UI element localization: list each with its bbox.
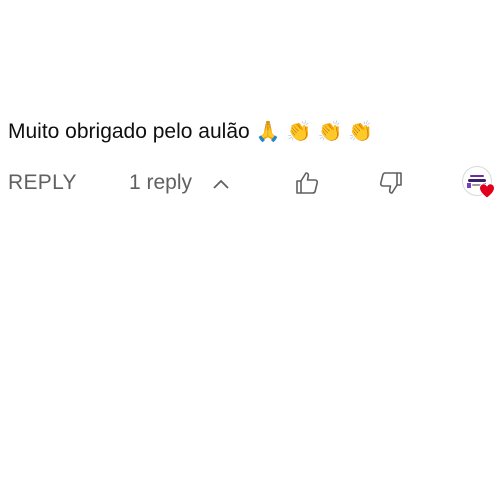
chevron-up-icon — [212, 177, 230, 189]
comment-text: Muito obrigado pelo aulão — [8, 120, 250, 143]
comment-panel: Muito obrigado pelo aulão 🙏 👏 👏 👏 REPLY 1 re… — [0, 0, 500, 500]
clapping-hands-emoji: 👏 — [286, 121, 312, 143]
like-button[interactable] — [294, 170, 320, 196]
clapping-hands-emoji: 👏 — [348, 121, 374, 143]
comment-body: Muito obrigado pelo aulão 🙏 👏 👏 👏 — [8, 116, 373, 148]
dislike-button[interactable] — [378, 170, 404, 196]
thumbs-down-icon — [379, 172, 402, 194]
folded-hands-emoji: 🙏 — [255, 121, 281, 143]
clapping-hands-emoji: 👏 — [317, 121, 343, 143]
view-replies-toggle[interactable]: 1 reply — [129, 168, 230, 198]
creator-heart-badge[interactable] — [462, 166, 496, 200]
replies-count-label: 1 reply — [129, 171, 193, 194]
creator-heart-icon — [478, 183, 496, 199]
reply-button[interactable]: REPLY — [8, 168, 77, 198]
thumbs-up-icon — [296, 172, 319, 194]
